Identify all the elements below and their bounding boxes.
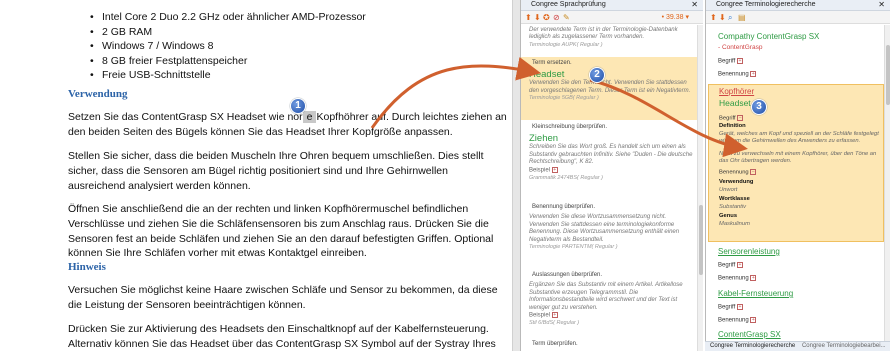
terminology-pane: Congree Terminologierecherche ✕ ⬆ ⬇ ⌕ ▤ … — [705, 0, 890, 351]
expand-icon[interactable]: + — [750, 317, 757, 323]
close-icon[interactable]: ✕ — [878, 0, 885, 10]
scrollbar[interactable] — [884, 25, 890, 341]
paragraph[interactable]: Drücken Sie zur Aktivierung des Headsets… — [68, 322, 508, 351]
pane-title: Congree Terminologierecherche ✕ — [706, 0, 890, 11]
tools-icon[interactable]: ✎ — [563, 13, 570, 22]
flagged-term[interactable]: Kopfhöhrer — [316, 111, 368, 123]
term-entry-subtitle: Headset — [719, 98, 751, 108]
splitter[interactable] — [512, 0, 520, 351]
paragraph[interactable]: Stellen Sie sicher, dass die beiden Musc… — [68, 149, 508, 193]
expand-icon[interactable]: + — [750, 71, 757, 77]
term-row[interactable]: Benennung + — [718, 71, 757, 78]
concept-row[interactable]: Begriff + — [718, 304, 743, 311]
suggested-term[interactable]: Ziehen — [529, 133, 694, 144]
step-badge-2: 2 — [589, 67, 605, 83]
finding-item[interactable]: Auslassungen überprüfen. Ergänzen Sie da… — [529, 272, 694, 327]
expand-icon[interactable]: + — [551, 166, 558, 173]
step-badge-1: 1 — [290, 98, 306, 114]
arrow-down-icon[interactable]: ⬇ — [534, 13, 541, 22]
arrow-up-icon[interactable]: ⬆ — [710, 13, 717, 22]
document-icon[interactable]: ▤ — [738, 13, 746, 22]
selected-term-entry[interactable]: Kopfhörer Headset Begriff − Definition G… — [708, 84, 884, 242]
requirements-list: Intel Core 2 Duo 2.2 GHz oder ähnlicher … — [90, 10, 366, 83]
finding-item[interactable]: Der verwendete Term ist in der Terminolo… — [529, 27, 694, 49]
search-icon[interactable]: ⌕ — [728, 13, 732, 22]
scrollbar-thumb[interactable] — [699, 205, 703, 275]
toolbar: ⬆ ⬇ ✪ ⊘ ✎ • 39.38 ▾ — [521, 11, 703, 24]
heading-usage: Verwendung — [68, 88, 128, 100]
concept-row[interactable]: Begriff + — [718, 58, 743, 65]
concept-row[interactable]: Begriff + — [718, 262, 743, 269]
list-item: 2 GB RAM — [90, 25, 366, 40]
term-entry-title[interactable]: ContentGrasp SX — [718, 330, 781, 339]
expand-icon[interactable]: + — [736, 58, 743, 64]
arrow-down-icon[interactable]: ⬇ — [719, 13, 726, 22]
expand-icon[interactable]: + — [736, 304, 743, 310]
finding-item-selected[interactable]: Term ersetzen. Headset Verwenden Sie den… — [521, 57, 697, 120]
term-entry-title[interactable]: Compathy ContentGrasp SX — [718, 32, 819, 41]
term-entry-title[interactable]: Sensorenleistung — [718, 247, 780, 256]
tab-terminology-edit[interactable]: Congree Terminologiebearbei... — [802, 343, 886, 349]
paragraph[interactable]: Öffnen Sie anschließend die an der recht… — [68, 202, 508, 261]
collapse-icon[interactable]: − — [750, 169, 757, 175]
finding-item[interactable]: Benennung überprüfen. Verwenden Sie dies… — [529, 204, 694, 251]
arrow-up-icon[interactable]: ⬆ — [525, 13, 532, 22]
list-item: 8 GB freier Festplattenspeicher — [90, 54, 366, 69]
list-item: Windows 7 / Windows 8 — [90, 39, 366, 54]
term-entry-title[interactable]: Kabel-Fernsteuerung — [718, 289, 793, 298]
toolbar: ⬆ ⬇ ⌕ ▤ — [706, 11, 890, 24]
expand-icon[interactable]: + — [736, 262, 743, 268]
highlighted-text[interactable]: e — [302, 111, 317, 123]
score-value[interactable]: • 39.38 ▾ — [662, 13, 689, 21]
finding-item[interactable]: Kleinschreibung überprüfen. Ziehen Schre… — [529, 124, 694, 182]
step-badge-3: 3 — [751, 99, 767, 115]
close-icon[interactable]: ✕ — [691, 0, 698, 10]
scrollbar-thumb[interactable] — [886, 45, 890, 105]
finding-item[interactable]: Term überprüfen. — [529, 341, 694, 348]
term-row[interactable]: Benennung + — [718, 275, 757, 282]
term-row[interactable]: Benennung + — [718, 317, 757, 324]
concept-row[interactable]: Begriff − — [719, 115, 744, 122]
document-editor[interactable]: Intel Core 2 Duo 2.2 GHz oder ähnlicher … — [0, 0, 512, 351]
collapse-icon[interactable]: − — [737, 115, 744, 121]
spellcheck-pane: Congree Sprachprüfung ✕ ⬆ ⬇ ✪ ⊘ ✎ • 39.3… — [520, 0, 703, 351]
term-entry-title[interactable]: Kopfhörer — [719, 87, 754, 96]
expand-icon[interactable]: + — [750, 275, 757, 281]
paragraph[interactable]: Setzen Sie das ContentGrasp SX Headset w… — [68, 110, 508, 140]
heading-note: Hinweis — [68, 261, 106, 273]
pane-tab-strip: Congree Terminologierecherche Congree Te… — [705, 341, 890, 351]
term-row[interactable]: Benennung − — [719, 169, 757, 176]
expand-icon[interactable]: + — [551, 312, 558, 319]
pane-title: Congree Sprachprüfung ✕ — [521, 0, 703, 11]
settings-icon[interactable]: ✪ — [543, 13, 550, 22]
stop-icon[interactable]: ⊘ — [553, 13, 560, 22]
scrollbar[interactable] — [697, 25, 703, 351]
paragraph[interactable]: Versuchen Sie möglichst keine Haare zwis… — [68, 283, 508, 313]
term-entry-subtitle: - ContentGrasp — [718, 44, 763, 51]
list-item: Intel Core 2 Duo 2.2 GHz oder ähnlicher … — [90, 10, 366, 25]
tab-terminology-search[interactable]: Congree Terminologierecherche — [710, 343, 795, 349]
list-item: Freie USB-Schnittstelle — [90, 68, 366, 83]
suggested-term[interactable]: Headset — [529, 69, 697, 80]
